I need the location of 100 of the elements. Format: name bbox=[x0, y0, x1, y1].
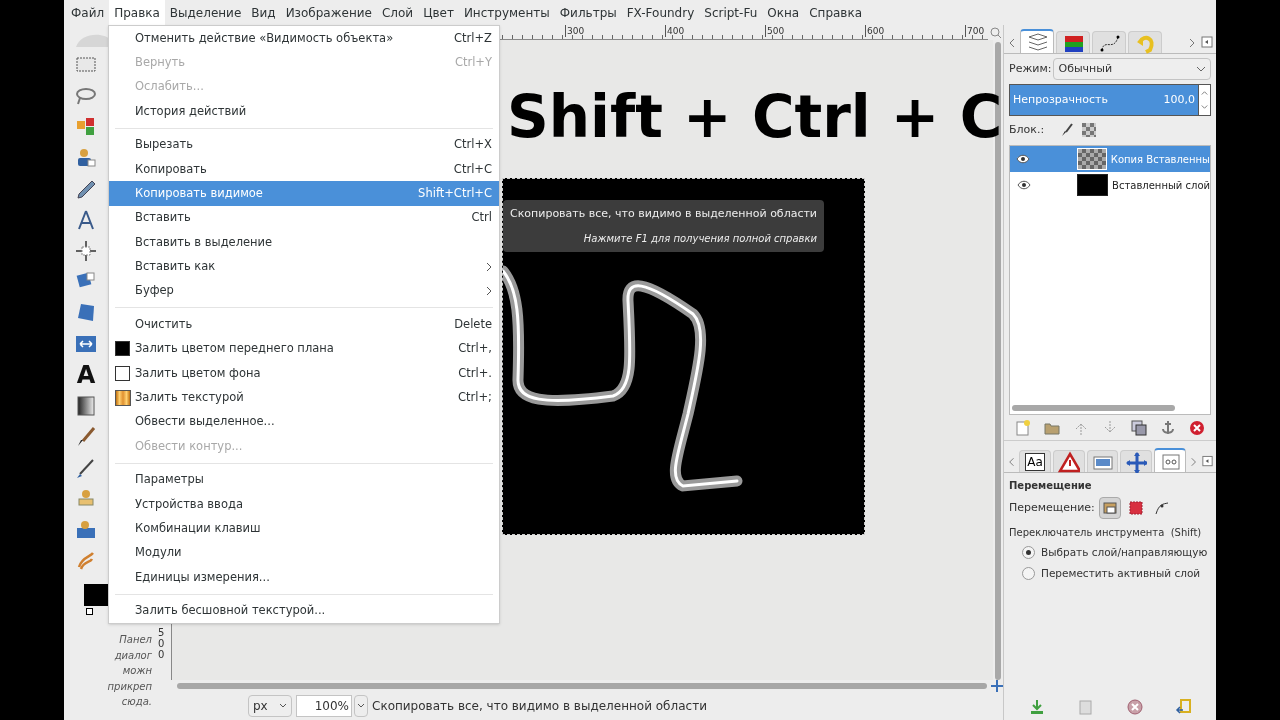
menu-item[interactable]: Залить цветом фона Ctrl+. bbox=[109, 361, 499, 386]
menu-item[interactable]: Залить бесшовной текстурой... bbox=[109, 598, 499, 623]
zoom-icon[interactable] bbox=[988, 25, 1003, 40]
pattern-swatch bbox=[115, 389, 131, 406]
menu-bar-item[interactable]: Окна bbox=[762, 0, 805, 25]
layer-mode-icon bbox=[1100, 499, 1119, 517]
dock-hint-text: можн bbox=[122, 664, 152, 678]
move-mode-toggle[interactable] bbox=[1098, 497, 1121, 519]
shortcut-label: Ctrl+Y bbox=[454, 53, 492, 71]
ruler-label: 400 bbox=[665, 25, 685, 37]
menu-bar-item[interactable]: FX-Foundry bbox=[621, 0, 700, 25]
move-icon bbox=[1125, 450, 1148, 473]
panel-tab[interactable] bbox=[1120, 450, 1153, 472]
move-label: Перемещение: bbox=[1009, 499, 1095, 516]
menu-bar-item[interactable]: Фильтры bbox=[554, 0, 622, 25]
radio-label: Выбрать слой/направляющую bbox=[1041, 545, 1208, 560]
menu-bar-item[interactable]: Выделение bbox=[164, 0, 247, 25]
radio-label: Переместить активный слой bbox=[1041, 565, 1201, 581]
brush-icon[interactable] bbox=[1060, 123, 1075, 137]
horizontal-scrollbar[interactable] bbox=[1012, 405, 1175, 411]
default-colors-icon[interactable] bbox=[86, 608, 93, 615]
panel-tab[interactable] bbox=[1092, 31, 1126, 53]
mode-dropdown[interactable]: Обычный bbox=[1053, 58, 1211, 80]
delete-icon[interactable] bbox=[1125, 698, 1144, 716]
dock-hint-text: диалог bbox=[114, 648, 152, 663]
menu-item[interactable]: Вставить Ctrl bbox=[109, 205, 499, 231]
menu-item[interactable]: Буфер bbox=[109, 278, 499, 304]
menu-item[interactable]: Параметры bbox=[109, 467, 499, 493]
panel-tab[interactable] bbox=[1052, 450, 1085, 472]
menu-bar-item[interactable]: Инструменты bbox=[458, 0, 555, 25]
shortcut-label: Shift+Ctrl+C bbox=[418, 184, 492, 202]
ruler-label: 500 bbox=[158, 627, 166, 660]
layer-thumbnail bbox=[1076, 148, 1107, 170]
foreground-color-swatch[interactable] bbox=[84, 584, 108, 606]
menu-item[interactable]: Вставить в выделение bbox=[109, 230, 499, 255]
lock-label: Блок.: bbox=[1009, 121, 1045, 138]
menu-item[interactable]: Модули bbox=[109, 540, 499, 566]
menu-item[interactable]: Залить текстурой Ctrl+; bbox=[109, 385, 499, 410]
eye-icon[interactable] bbox=[1016, 154, 1031, 164]
radio-button[interactable] bbox=[1022, 546, 1035, 560]
menu-item[interactable]: Комбинации клавиш bbox=[109, 516, 499, 541]
duplicate-icon[interactable] bbox=[1130, 418, 1149, 437]
text-tool-icon[interactable]: A bbox=[74, 362, 98, 387]
panel-tab[interactable] bbox=[1020, 29, 1054, 53]
menu-bar-item[interactable]: Изображение bbox=[280, 0, 377, 25]
delete-icon[interactable] bbox=[1188, 418, 1207, 437]
menu-bar-item[interactable]: Файл bbox=[66, 0, 110, 25]
radio-button[interactable] bbox=[1022, 567, 1035, 581]
selection-mode-icon bbox=[1126, 499, 1145, 517]
menu-bar-item[interactable]: Справка bbox=[804, 0, 868, 25]
switch-label: Переключатель инструмента (Shift) bbox=[1009, 526, 1202, 540]
chevron-down-icon bbox=[1196, 66, 1206, 72]
chevron-down-icon bbox=[279, 703, 287, 709]
menu-bar-item[interactable]: Вид bbox=[246, 0, 281, 25]
status-message: Скопировать все, что видимо в выделенной области bbox=[372, 698, 707, 715]
path-mode-icon bbox=[1152, 499, 1171, 517]
menu-item[interactable]: Устройства ввода bbox=[109, 492, 499, 517]
eye-icon[interactable] bbox=[1016, 180, 1031, 190]
menu-item[interactable]: Залить цветом переднего плана Ctrl+, bbox=[109, 336, 499, 362]
warning-icon bbox=[1057, 450, 1080, 473]
menu-item[interactable]: Копировать Ctrl+C bbox=[109, 156, 499, 182]
shortcut-label: Ctrl+, bbox=[458, 340, 492, 358]
layer-thumbnail bbox=[1077, 174, 1109, 196]
shortcut-label: Ctrl+X bbox=[454, 136, 492, 154]
navigate-icon[interactable] bbox=[991, 680, 1003, 692]
opacity-value: 100,0 bbox=[1163, 91, 1195, 108]
shortcut-label: Ctrl+. bbox=[458, 364, 492, 382]
menu-bar-item[interactable]: Слой bbox=[376, 0, 419, 25]
menu-item[interactable]: Единицы измерения... bbox=[109, 565, 499, 590]
shortcut-label: Ctrl bbox=[471, 209, 492, 227]
panel-tab[interactable] bbox=[1086, 450, 1119, 472]
unit-dropdown[interactable]: px bbox=[248, 695, 292, 717]
zoom-field[interactable]: 100% bbox=[296, 695, 352, 717]
menu-item[interactable]: Вставить как bbox=[109, 254, 499, 279]
layer-name: Вставленный слой bbox=[1112, 178, 1210, 193]
checkerboard-icon[interactable] bbox=[1082, 123, 1097, 137]
fonts-icon: Aa bbox=[1025, 452, 1045, 471]
spin-arrows-icon[interactable] bbox=[1198, 85, 1210, 115]
gradient-icon[interactable] bbox=[74, 393, 98, 418]
menu-bar-item[interactable]: Правка bbox=[109, 0, 165, 25]
menu-item[interactable]: Очистить Delete bbox=[109, 312, 499, 337]
menu-item[interactable]: История действий bbox=[109, 99, 499, 124]
move-icon[interactable] bbox=[74, 238, 98, 263]
layer-row[interactable]: Вставленный слой bbox=[1010, 172, 1210, 198]
menu-item[interactable]: Вырезать Ctrl+X bbox=[109, 132, 499, 157]
layer-name: Копия Вставленны bbox=[1110, 152, 1210, 167]
horizontal-scrollbar[interactable] bbox=[177, 683, 987, 689]
menu-bar-item[interactable]: Script-Fu bbox=[699, 0, 763, 25]
reset-icon[interactable] bbox=[1174, 698, 1193, 716]
ruler-label: 300 bbox=[565, 25, 585, 37]
menu-item[interactable]: Обвести выделенное... bbox=[109, 409, 499, 435]
tooltip-text: Скопировать все, что видимо в выделенной области bbox=[510, 206, 818, 223]
panel-tab[interactable] bbox=[1154, 448, 1186, 472]
shortcut-label: Ctrl+C bbox=[453, 160, 492, 178]
shortcut-label: Delete bbox=[454, 315, 492, 333]
ruler-label: 700 bbox=[965, 25, 985, 37]
panel-tab[interactable] bbox=[1056, 31, 1090, 53]
panel-tab[interactable]: Aa bbox=[1019, 450, 1051, 472]
menu-bar-item[interactable]: Цвет bbox=[418, 0, 459, 25]
dock-hint-text: прикреп bbox=[107, 679, 152, 694]
